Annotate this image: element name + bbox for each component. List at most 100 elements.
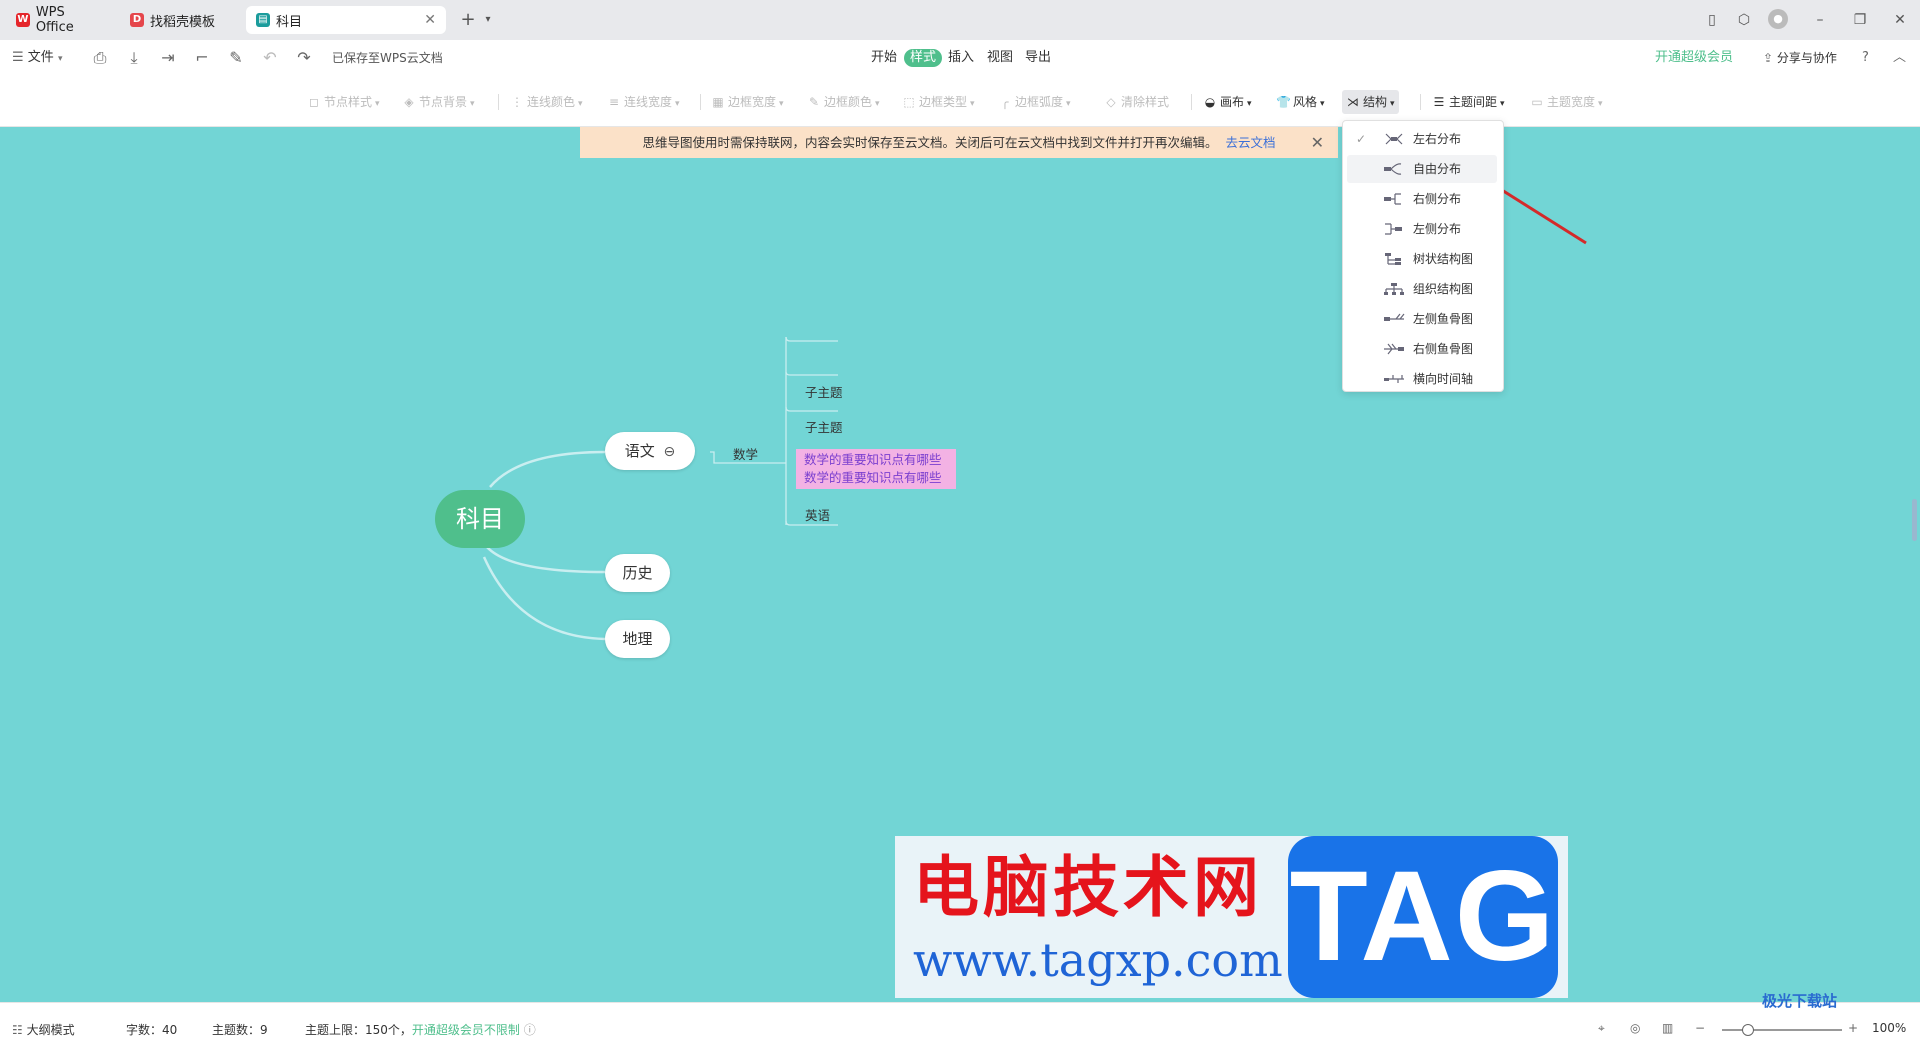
menu-bar: ☰ 文件 ▾ ⎙ ⤓ ⇥ ⌐ ✎ ↶ ↷ 已保存至WPS云文档 开始 样式 插入…: [0, 40, 1920, 76]
menu-view[interactable]: 视图: [987, 48, 1013, 68]
tab-mindmap-active[interactable]: ▤ 科目 ✕: [246, 6, 446, 34]
structure-option-right[interactable]: 右侧分布: [1343, 185, 1501, 213]
line-width-button[interactable]: ≡ 连线宽度 ▾: [607, 92, 680, 112]
node-style-button[interactable]: ◻ 节点样式 ▾: [307, 92, 380, 112]
toolbar-label: 连线宽度: [624, 95, 673, 109]
structure-option-fishbone-left[interactable]: 左侧鱼骨图: [1343, 305, 1501, 333]
structure-option-timeline[interactable]: 横向时间轴: [1343, 365, 1501, 393]
share-icon: ⇪: [1763, 51, 1774, 65]
chevron-down-icon: ▾: [57, 54, 63, 64]
map-icon[interactable]: ▥: [1662, 1021, 1673, 1035]
border-color-button[interactable]: ✎ 边框颜色 ▾: [807, 92, 880, 112]
format-painter-icon[interactable]: ⌐: [192, 48, 212, 68]
structure-option-fishbone-right[interactable]: 右侧鱼骨图: [1343, 335, 1501, 363]
new-tab-icon[interactable]: +: [458, 10, 478, 30]
branch-node-dili[interactable]: 地理: [605, 620, 670, 658]
menu-start[interactable]: 开始: [871, 48, 897, 68]
layout-panel-icon[interactable]: ▯: [1702, 10, 1722, 30]
topic-limit: 主题上限：150个，开通超级会员不限制 ⓘ: [305, 1021, 536, 1038]
restore-icon[interactable]: ❐: [1850, 10, 1870, 30]
center-icon[interactable]: ◎: [1630, 1021, 1640, 1035]
close-tab-icon[interactable]: ✕: [424, 12, 436, 28]
zoom-in-icon[interactable]: +: [1848, 1021, 1858, 1035]
child-node-shuxue[interactable]: 数学: [733, 444, 758, 463]
option-label: 右侧鱼骨图: [1413, 342, 1474, 356]
theme-style-button[interactable]: 👕 风格 ▾: [1276, 92, 1325, 112]
help-icon[interactable]: ?: [1862, 48, 1869, 68]
structure-option-org[interactable]: 组织结构图: [1343, 275, 1501, 303]
subtopic-node-1[interactable]: 子主题: [805, 382, 843, 401]
toolbar-label: 节点样式: [324, 95, 373, 109]
note-node[interactable]: 数学的重要知识点有哪些 数学的重要知识点有哪些: [796, 449, 956, 489]
border-width-button[interactable]: ▦ 边框宽度 ▾: [711, 92, 783, 112]
line-width-icon: ≡: [608, 95, 620, 109]
link-icon[interactable]: ⊖: [664, 444, 676, 460]
toolbar-label: 边框宽度: [728, 95, 777, 109]
collapse-icon[interactable]: ︿: [1893, 48, 1906, 68]
file-menu[interactable]: ☰ 文件 ▾: [12, 48, 62, 68]
share-button[interactable]: ⇪ 分享与协作: [1763, 48, 1837, 68]
option-label: 横向时间轴: [1413, 372, 1474, 386]
org-structure-icon: [1384, 283, 1404, 295]
tab-wps-office[interactable]: W WPS Office: [6, 5, 116, 35]
pen-icon[interactable]: ✎: [226, 48, 246, 68]
topic-limit-label: 主题上限：150个，: [305, 1023, 412, 1037]
tab-template[interactable]: D 找稻壳模板: [120, 6, 242, 34]
shirt-icon: 👕: [1276, 95, 1291, 109]
toolbar-label: 边框弧度: [1015, 95, 1064, 109]
redo-icon[interactable]: ↷: [294, 48, 314, 68]
locate-icon[interactable]: ⌖: [1598, 1021, 1605, 1036]
pencil-icon: ✎: [808, 95, 820, 109]
toolbar-divider: [700, 94, 701, 110]
branch-node-yuwen[interactable]: 语文 ⊖: [605, 432, 695, 470]
option-label: 右侧分布: [1413, 192, 1462, 206]
structure-option-free[interactable]: 自由分布: [1347, 155, 1497, 183]
zoom-out-icon[interactable]: −: [1695, 1021, 1705, 1035]
branch-node-lishi[interactable]: 历史: [605, 554, 670, 592]
line-color-button[interactable]: ⋮ 连线颜色 ▾: [510, 92, 583, 112]
undo-icon[interactable]: ↶: [260, 48, 280, 68]
menu-export[interactable]: 导出: [1025, 48, 1051, 68]
border-type-button[interactable]: ⬚ 边框类型 ▾: [902, 92, 974, 112]
minimize-icon[interactable]: –: [1810, 10, 1830, 30]
cube-icon[interactable]: ⬡: [1734, 10, 1754, 30]
zoom-slider[interactable]: [1722, 1024, 1842, 1036]
structure-option-left[interactable]: 左侧分布: [1343, 215, 1501, 243]
option-label: 左右分布: [1413, 132, 1462, 146]
topic-width-button[interactable]: ▭ 主题宽度 ▾: [1530, 92, 1602, 112]
english-node[interactable]: 英语: [805, 505, 830, 524]
close-window-icon[interactable]: ✕: [1890, 10, 1910, 30]
zoom-slider-thumb[interactable]: [1742, 1024, 1754, 1036]
toolbar-divider: [498, 94, 499, 110]
goto-cloud-link[interactable]: 去云文档: [1226, 135, 1276, 150]
menu-style-active[interactable]: 样式: [904, 49, 943, 67]
node-bg-button[interactable]: ◈ 节点背景 ▾: [402, 92, 474, 112]
info-icon[interactable]: ⓘ: [524, 1023, 536, 1037]
tree-structure-icon: [1385, 253, 1401, 265]
structure-option-lr[interactable]: ✓ 左右分布: [1343, 125, 1501, 153]
zoom-level: 100%: [1872, 1021, 1907, 1035]
option-label: 组织结构图: [1413, 282, 1474, 296]
wps-logo-icon: W: [16, 13, 30, 27]
structure-button[interactable]: ⋊ 结构 ▾: [1342, 90, 1399, 114]
download-icon[interactable]: ⤓: [124, 48, 144, 68]
border-radius-button[interactable]: ╭ 边框弧度 ▾: [998, 92, 1070, 112]
avatar[interactable]: ●: [1768, 9, 1788, 29]
vertical-scrollbar-thumb[interactable]: [1912, 499, 1917, 541]
root-node[interactable]: 科目: [435, 490, 525, 548]
structure-option-tree[interactable]: 树状结构图: [1343, 245, 1501, 273]
vip-unlimited-link[interactable]: 开通超级会员不限制: [412, 1023, 520, 1037]
topic-spacing-button[interactable]: ☰ 主题间距 ▾: [1432, 92, 1505, 112]
save-icon[interactable]: ⎙: [90, 48, 110, 68]
outline-mode-button[interactable]: ☷ 大纲模式: [12, 1021, 75, 1038]
export-icon[interactable]: ⇥: [158, 48, 178, 68]
menu-insert[interactable]: 插入: [948, 48, 974, 68]
watermark-corner: 极光下载站: [1762, 992, 1838, 1010]
close-icon[interactable]: ✕: [1311, 127, 1324, 158]
vip-link[interactable]: 开通超级会员: [1655, 48, 1733, 68]
clear-style-button[interactable]: ◇ 清除样式: [1104, 92, 1169, 112]
node-label: 语文: [624, 442, 655, 460]
canvas-button[interactable]: ◒ 画布 ▾: [1203, 92, 1252, 112]
subtopic-node-2[interactable]: 子主题: [805, 417, 843, 436]
chevron-down-icon[interactable]: ▾: [478, 10, 498, 30]
